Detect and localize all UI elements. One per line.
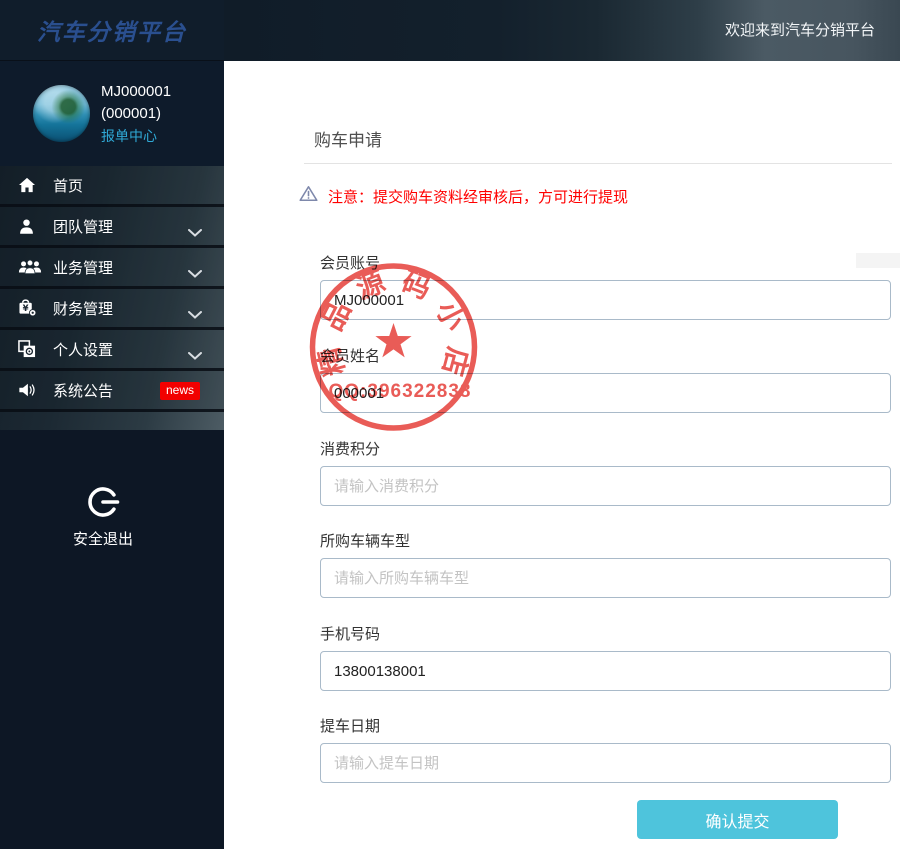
field-label: 所购车辆车型: [320, 533, 411, 550]
report-center-link[interactable]: 报单中心: [101, 125, 171, 147]
finance-icon: ¥: [18, 299, 44, 317]
sidebar-item-label: 业务管理: [53, 259, 114, 277]
announcement-icon: [18, 382, 44, 398]
user-name: (000001): [101, 104, 162, 122]
field-member-account: 会员账号: [320, 252, 891, 320]
member-name-input[interactable]: [320, 373, 891, 413]
logout-label: 安全退出: [72, 531, 133, 548]
sidebar-item-label: 个人设置: [53, 341, 114, 359]
chevron-down-icon: [188, 347, 202, 365]
notice-text: 注意：提交购车资料经审核后，方可进行提现: [328, 188, 629, 206]
sidebar-item-announcements[interactable]: 系统公告 news: [0, 371, 224, 412]
welcome-text: 欢迎来到汽车分销平台: [724, 22, 875, 39]
news-badge: news: [159, 382, 200, 400]
field-member-name: 会员姓名: [320, 345, 891, 413]
sidebar-item-finance[interactable]: ¥ 财务管理: [0, 289, 224, 330]
field-label: 提车日期: [320, 718, 381, 735]
consume-points-input[interactable]: [320, 466, 891, 506]
field-consume-points: 消费积分: [320, 438, 891, 506]
sidebar-menu: 首页 团队管理 业务管理 ¥ 财务管理 个人设置 系统公告 news: [0, 166, 224, 430]
app-logo: 汽车分销平台: [0, 0, 224, 61]
field-label: 会员账号: [320, 255, 381, 272]
title-divider: [304, 163, 892, 164]
car-model-input[interactable]: [320, 558, 891, 598]
notice-bar: 注意：提交购车资料经审核后，方可进行提现: [299, 185, 628, 207]
sidebar-item-home[interactable]: 首页: [0, 166, 224, 207]
user-block: MJ000001 (000001) 报单中心: [0, 61, 224, 166]
pickup-date-input[interactable]: [320, 743, 891, 783]
sidebar-item-label: 首页: [53, 177, 84, 195]
sidebar-item-label: 财务管理: [53, 300, 114, 318]
page-title: 购车申请: [314, 131, 382, 150]
top-header: 欢迎来到汽车分销平台: [224, 0, 900, 61]
chevron-down-icon: [188, 306, 202, 324]
chevron-down-icon: [188, 224, 202, 242]
users-icon: [18, 259, 44, 275]
field-phone-number: 手机号码: [320, 623, 891, 691]
field-pickup-date: 提车日期: [320, 715, 891, 783]
sidebar-item-business[interactable]: 业务管理: [0, 248, 224, 289]
page: 汽车分销平台 MJ000001 (000001) 报单中心 首页 团队管理 业务…: [0, 0, 900, 849]
field-label: 手机号码: [320, 626, 381, 643]
sidebar-item-label: 团队管理: [53, 218, 114, 236]
svg-text:¥: ¥: [23, 304, 29, 314]
sidebar-item-settings[interactable]: 个人设置: [0, 330, 224, 371]
home-icon: [18, 177, 44, 193]
user-icon: [18, 218, 44, 235]
warning-icon: [299, 185, 318, 207]
power-icon: [86, 487, 120, 523]
sidebar-item-label: 系统公告: [53, 382, 114, 400]
user-account: MJ000001: [101, 82, 172, 100]
field-label: 会员姓名: [320, 348, 381, 365]
sidebar-item-team[interactable]: 团队管理: [0, 207, 224, 248]
phone-number-input[interactable]: [320, 651, 891, 691]
member-account-input[interactable]: [320, 280, 891, 320]
chevron-down-icon: [188, 265, 202, 283]
main-content: 购车申请 注意：提交购车资料经审核后，方可进行提现 会员账号 会员姓名 消费积分: [224, 61, 900, 849]
submit-button[interactable]: 确认提交: [637, 800, 838, 839]
app-logo-text: 汽车分销平台: [37, 19, 187, 46]
field-car-model: 所购车辆车型: [320, 530, 891, 598]
sidebar: 汽车分销平台 MJ000001 (000001) 报单中心 首页 团队管理 业务…: [0, 0, 224, 849]
avatar[interactable]: [33, 85, 90, 142]
settings-icon: [18, 340, 44, 358]
logout-button[interactable]: 安全退出: [0, 485, 224, 549]
field-label: 消费积分: [320, 441, 381, 458]
